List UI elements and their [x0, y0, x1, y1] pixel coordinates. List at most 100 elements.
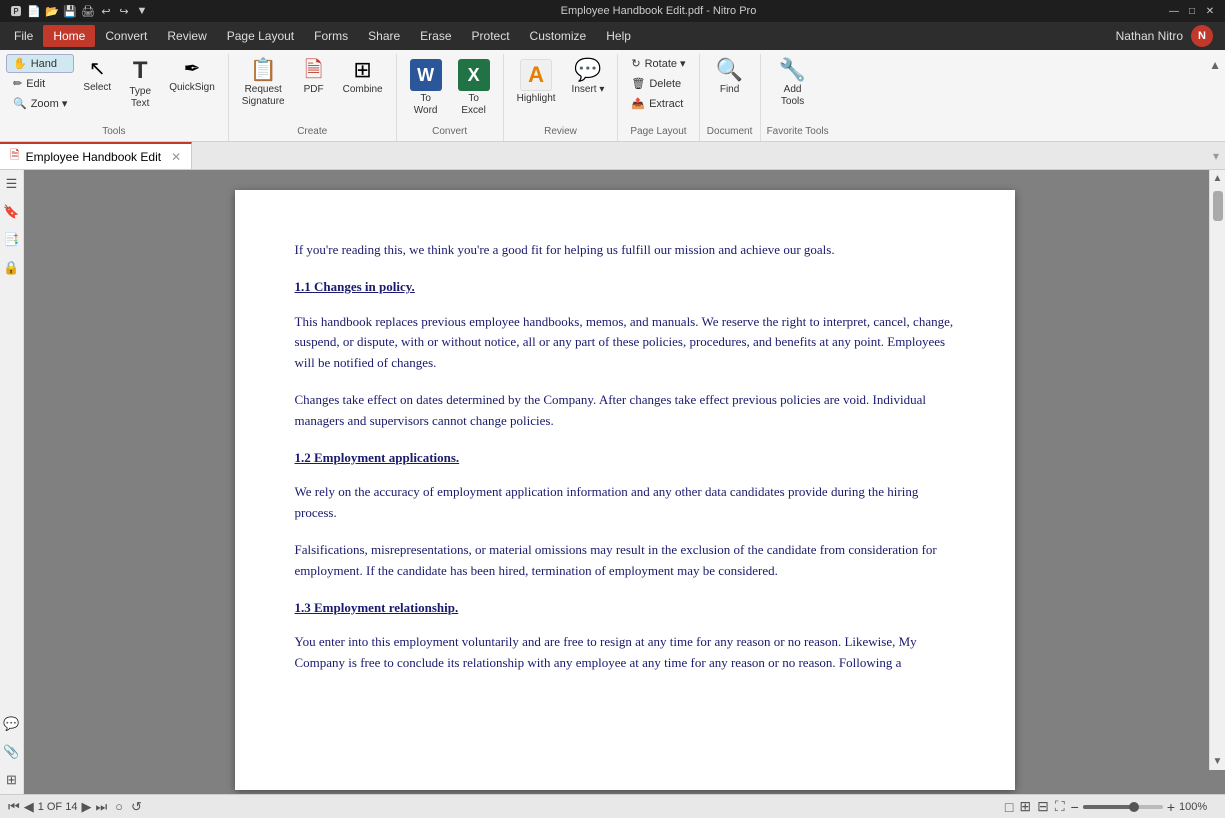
menu-forms[interactable]: Forms — [304, 25, 358, 47]
save-icon[interactable]: 💾 — [62, 3, 78, 19]
find-icon: 🔍 — [716, 59, 743, 81]
para-1-2b: Falsifications, misrepresentations, or m… — [295, 540, 955, 582]
customize-icon[interactable]: ▼ — [134, 3, 150, 19]
close-button[interactable]: ✕ — [1203, 4, 1217, 18]
window-controls[interactable]: — □ ✕ — [1167, 4, 1217, 18]
highlight-button[interactable]: A Highlight — [510, 54, 563, 110]
hand-edit-zoom-column: ✋ Hand ✏ Edit 🔍 Zoom ▾ — [6, 54, 74, 113]
ribbon-group-review: A Highlight 💬 Insert ▾ Review — [504, 54, 619, 141]
main-layout: ☰ 🔖 📑 🔒 💬 📎 ⊞ If you're reading this, we… — [0, 170, 1225, 794]
maximize-button[interactable]: □ — [1185, 4, 1199, 18]
edit-button[interactable]: ✏ Edit — [6, 74, 74, 93]
scroll-up-button[interactable]: ▲ — [1210, 170, 1225, 187]
menu-file[interactable]: File — [4, 25, 43, 47]
pdf-page: If you're reading this, we think you're … — [235, 190, 1015, 790]
ribbon-group-favorite-tools: 🔧 AddTools Favorite Tools — [761, 54, 835, 141]
ribbon-group-convert-items: W ToWord X ToExcel — [403, 54, 497, 124]
next-page-button[interactable]: ▶ — [81, 799, 91, 815]
combine-button[interactable]: ⊞ Combine — [336, 54, 390, 101]
first-page-button[interactable]: ⏮ — [8, 799, 20, 815]
request-signature-button[interactable]: 📋 RequestSignature — [235, 54, 292, 113]
sidebar-nav-icon[interactable]: ☰ — [2, 174, 22, 194]
undo-icon[interactable]: ↩ — [98, 3, 114, 19]
menu-convert[interactable]: Convert — [95, 25, 157, 47]
rotate-button[interactable]: ↻ Rotate ▾ — [624, 54, 692, 73]
add-tools-button[interactable]: 🔧 AddTools — [767, 54, 819, 113]
to-excel-button[interactable]: X ToExcel — [451, 54, 497, 122]
prev-page-button[interactable]: ◀ — [24, 799, 34, 815]
status-bar: ⏮ ◀ 1 OF 14 ▶ ⏭ ○ ↺ □ ⊞ ⊟ ⛶ − + 100% — [0, 794, 1225, 818]
rotate-icon: ↻ — [631, 57, 640, 70]
single-page-view-button[interactable]: □ — [1005, 799, 1013, 815]
pdf-icon: 🗎 — [305, 59, 323, 81]
ribbon-group-create: 📋 RequestSignature 🗎 PDF ⊞ Combine Creat… — [229, 54, 397, 141]
rotate-view-button[interactable]: ↺ — [131, 799, 142, 815]
rotate-delete-extract-column: ↻ Rotate ▾ 🗑 Delete 📤 Extract — [624, 54, 692, 113]
new-icon[interactable]: 📄 — [26, 3, 42, 19]
zoom-slider-thumb[interactable] — [1129, 802, 1139, 812]
zoom-in-button[interactable]: + — [1167, 799, 1175, 815]
open-icon[interactable]: 📂 — [44, 3, 60, 19]
zoom-slider[interactable] — [1083, 805, 1163, 809]
tabs-right-controls[interactable]: ▾ — [1213, 149, 1225, 163]
heading-1-3: 1.3 Employment relationship. — [295, 598, 955, 619]
ribbon-group-document: 🔍 Find Document — [700, 54, 761, 141]
minimize-button[interactable]: — — [1167, 4, 1181, 18]
zoom-button[interactable]: 🔍 Zoom ▾ — [6, 94, 74, 113]
user-area: Nathan Nitro N — [1116, 25, 1221, 47]
ribbon-group-tools: ✋ Hand ✏ Edit 🔍 Zoom ▾ ↖ Select T TypeTe… — [0, 54, 229, 141]
create-group-label: Create — [235, 124, 390, 141]
ribbon-collapse-button[interactable]: ▲ — [1205, 54, 1225, 141]
sidebar-layers-icon[interactable]: ⊞ — [2, 770, 22, 790]
pdf-button[interactable]: 🗎 PDF — [294, 54, 334, 101]
fit-page-button[interactable]: ○ — [115, 799, 123, 814]
zoom-out-button[interactable]: − — [1071, 799, 1079, 815]
menu-review[interactable]: Review — [157, 25, 216, 47]
full-screen-button[interactable]: ⛶ — [1055, 798, 1065, 815]
sidebar-comment-icon[interactable]: 💬 — [2, 714, 22, 734]
to-word-button[interactable]: W ToWord — [403, 54, 449, 122]
scroll-thumb[interactable] — [1213, 191, 1223, 221]
continuous-view-button[interactable]: ⊟ — [1037, 798, 1049, 815]
last-page-button[interactable]: ⏭ — [95, 799, 107, 815]
tab-close-button[interactable]: ✕ — [171, 150, 181, 164]
select-button[interactable]: ↖ Select — [76, 54, 118, 99]
redo-icon[interactable]: ↪ — [116, 3, 132, 19]
sidebar-attach-icon[interactable]: 📎 — [2, 742, 22, 762]
quicksign-button[interactable]: ✒ QuickSign — [162, 54, 222, 99]
sidebar-lock-icon[interactable]: 🔒 — [2, 258, 22, 278]
zoom-slider-fill — [1083, 805, 1131, 809]
menu-help[interactable]: Help — [596, 25, 641, 47]
ribbon-group-convert: W ToWord X ToExcel Convert — [397, 54, 504, 141]
menu-page-layout[interactable]: Page Layout — [217, 25, 304, 47]
menu-bar: File Home Convert Review Page Layout For… — [0, 22, 1225, 50]
pdf-scroll-area[interactable]: If you're reading this, we think you're … — [24, 170, 1225, 794]
ribbon-group-page-layout-items: ↻ Rotate ▾ 🗑 Delete 📤 Extract — [624, 54, 692, 124]
double-page-view-button[interactable]: ⊞ — [1019, 798, 1031, 815]
menu-customize[interactable]: Customize — [520, 25, 597, 47]
menu-share[interactable]: Share — [358, 25, 410, 47]
ribbon-group-favorite-tools-items: 🔧 AddTools — [767, 54, 829, 124]
window-title: Employee Handbook Edit.pdf - Nitro Pro — [150, 5, 1167, 17]
para-1-2a: We rely on the accuracy of employment ap… — [295, 482, 955, 524]
hand-button[interactable]: ✋ Hand — [6, 54, 74, 73]
menu-home[interactable]: Home — [43, 25, 95, 47]
print-icon[interactable]: 🖨 — [80, 3, 96, 19]
type-text-button[interactable]: T TypeText — [120, 54, 160, 115]
delete-button[interactable]: 🗑 Delete — [624, 74, 692, 93]
menu-protect[interactable]: Protect — [462, 25, 520, 47]
menu-erase[interactable]: Erase — [410, 25, 461, 47]
scroll-down-button[interactable]: ▼ — [1210, 753, 1225, 770]
pdf-area: If you're reading this, we think you're … — [24, 170, 1225, 794]
sidebar-pages-icon[interactable]: 📑 — [2, 230, 22, 250]
insert-button[interactable]: 💬 Insert ▾ — [565, 54, 612, 101]
vertical-scrollbar[interactable]: ▲ ▼ — [1209, 170, 1225, 770]
find-button[interactable]: 🔍 Find — [706, 54, 754, 101]
extract-button[interactable]: 📤 Extract — [624, 94, 692, 113]
request-sig-icon: 📋 — [249, 59, 276, 81]
sidebar-bookmark-icon[interactable]: 🔖 — [2, 202, 22, 222]
doc-tab-employee-handbook[interactable]: 🗎 Employee Handbook Edit ✕ — [0, 142, 192, 169]
insert-icon: 💬 — [574, 59, 601, 81]
title-bar: 🅿 📄 📂 💾 🖨 ↩ ↪ ▼ Employee Handbook Edit.p… — [0, 0, 1225, 22]
status-right: □ ⊞ ⊟ ⛶ − + 100% — [1005, 798, 1217, 815]
